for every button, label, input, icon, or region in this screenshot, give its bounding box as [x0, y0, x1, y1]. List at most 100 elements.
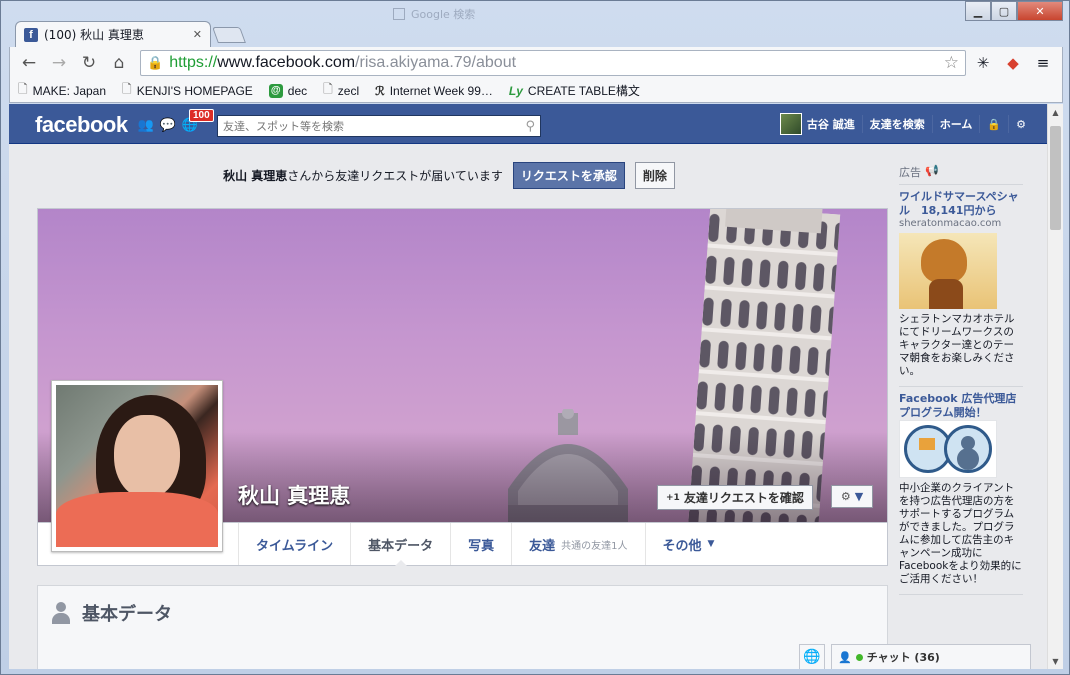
extension-bug-icon[interactable]: ✳	[970, 50, 996, 76]
search-input[interactable]	[223, 119, 526, 133]
close-window-button[interactable]: ✕	[1017, 1, 1063, 21]
window-controls: ▁ ▢ ✕	[965, 1, 1063, 21]
bookmark-item[interactable]: 🗋 KENJI'S HOMEPAGE	[122, 80, 253, 101]
page-icon: 🗋	[323, 82, 333, 96]
about-section: 基本データ	[37, 585, 888, 669]
scrollbar-thumb[interactable]	[1050, 126, 1061, 230]
bookmark-item[interactable]: Ly CREATE TABLE構文	[509, 82, 640, 99]
bookmark-item[interactable]: @ dec	[268, 83, 307, 98]
globe-icon[interactable]: 🌐	[799, 644, 825, 669]
facebook-favicon-icon: f	[24, 27, 38, 42]
extension-color-icon[interactable]: ◆	[1000, 50, 1026, 76]
person-icon	[52, 602, 70, 624]
back-arrow-icon[interactable]: ←	[16, 50, 42, 76]
confirm-friend-request-label: 友達リクエストを確認	[683, 491, 804, 505]
tab-label: 基本データ	[368, 538, 434, 554]
tab-close-icon[interactable]: ✕	[193, 28, 202, 41]
lock-icon: 🔒	[147, 55, 164, 70]
minimize-button[interactable]: ▁	[965, 1, 991, 21]
privacy-lock-icon[interactable]: 🔒	[980, 115, 1010, 133]
person-icon	[944, 425, 992, 473]
ads-label: 広告	[899, 166, 921, 179]
ad-image[interactable]	[899, 420, 997, 478]
ad-title[interactable]: ワイルドサマースペシャル 18,141円から	[899, 190, 1023, 218]
ad-item[interactable]: Facebook 広告代理店プログラム開始！ 中小企業のクライアントを持つ広告代…	[899, 387, 1023, 595]
tab-more[interactable]: その他 ▼	[644, 523, 732, 565]
bookmark-label: KENJI'S HOMEPAGE	[136, 83, 253, 98]
settings-gear-icon[interactable]: ⚙	[1009, 115, 1033, 133]
about-title: 基本データ	[82, 604, 172, 625]
bookmark-label: MAKE: Japan	[32, 83, 107, 98]
page-icon	[393, 8, 405, 20]
avatar	[779, 113, 802, 135]
ad-image[interactable]	[899, 233, 997, 309]
requester-name[interactable]: 秋山 真理恵	[223, 169, 287, 183]
photo-top	[56, 492, 218, 547]
profile-picture[interactable]	[51, 380, 223, 552]
bookmark-star-icon[interactable]: ☆	[944, 53, 959, 73]
notifications-globe-icon[interactable]: 🌐 100	[181, 109, 214, 134]
page-viewport: facebook 👥 💬 🌐100 ⚲ 古谷 誠進 友達を検索 ホーム 🔒 ⚙ …	[9, 104, 1047, 669]
ad-domain: sheratonmacao.com	[899, 218, 1002, 229]
accept-request-button[interactable]: リクエストを承認	[512, 162, 625, 189]
search-icon[interactable]: ⚲	[525, 119, 535, 134]
reload-icon[interactable]: ↻	[76, 50, 102, 76]
ad-title[interactable]: Facebook 広告代理店プログラム開始！	[899, 392, 1023, 420]
ad-item[interactable]: ワイルドサマースペシャル 18,141円から sheratonmacao.com…	[899, 185, 1023, 387]
page-icon: 🗋	[122, 82, 132, 96]
tab-about[interactable]: 基本データ	[350, 523, 450, 566]
home-icon[interactable]: ⌂	[106, 50, 132, 76]
about-header: 基本データ	[52, 600, 172, 626]
forward-arrow-icon[interactable]: →	[46, 50, 72, 76]
background-tab-title: Google 検索	[411, 8, 476, 21]
chevron-down-icon: ▼	[854, 490, 864, 503]
delete-request-button[interactable]: 削除	[634, 162, 675, 189]
new-tab-button[interactable]	[212, 27, 246, 43]
tab-timeline[interactable]: タイムライン	[238, 523, 350, 565]
tab-friends[interactable]: 友達 共通の友達1人	[511, 523, 644, 565]
confirm-friend-request-button[interactable]: +1 友達リクエストを確認	[657, 485, 813, 510]
user-profile-link[interactable]: 古谷 誠進	[773, 113, 863, 135]
background-tab[interactable]: Google 検索	[393, 3, 633, 25]
bookmark-label: zecl	[337, 83, 360, 98]
ly-icon: Ly	[508, 83, 523, 98]
bookmark-item[interactable]: ℛ Internet Week 99…	[375, 84, 493, 98]
photo-face	[114, 415, 180, 499]
person-icon: 👤	[838, 650, 852, 664]
chevron-down-icon: ▼	[707, 539, 715, 549]
facebook-logo[interactable]: facebook	[35, 112, 128, 138]
friend-request-banner: 秋山 真理恵さんから友達リクエストが届いています リクエストを承認 削除	[9, 162, 889, 189]
menu-icon[interactable]: ≡	[1030, 50, 1056, 76]
bookmark-item[interactable]: 🗋 zecl	[323, 80, 359, 101]
top-nav: 古谷 誠進 友達を検索 ホーム 🔒 ⚙	[773, 104, 1033, 144]
profile-name[interactable]: 秋山 真理恵	[238, 480, 350, 510]
request-message: さんから友達リクエストが届いています	[287, 169, 503, 183]
url-path: /risa.akiyama.79/about	[355, 54, 517, 71]
notification-jewels: 👥 💬 🌐 100	[137, 109, 214, 134]
browser-toolbar: ← → ↻ ⌂ 🔒 https:// www.facebook.com /ris…	[9, 47, 1063, 79]
bookmark-item[interactable]: 🗋 MAKE: Japan	[18, 80, 106, 101]
scroll-down-arrow-icon[interactable]: ▼	[1048, 653, 1063, 669]
add-friend-icon: +1	[666, 492, 680, 503]
tab-photos[interactable]: 写真	[450, 523, 511, 565]
megaphone-icon[interactable]: 📢	[925, 164, 939, 180]
scroll-up-arrow-icon[interactable]: ▲	[1048, 104, 1063, 120]
url-host: www.facebook.com	[217, 54, 356, 71]
address-bar[interactable]: 🔒 https:// www.facebook.com /risa.akiyam…	[140, 50, 966, 76]
search-box[interactable]: ⚲	[217, 115, 541, 137]
tab-label: 写真	[468, 538, 495, 554]
bookmark-label: CREATE TABLE構文	[527, 84, 640, 98]
maximize-button[interactable]: ▢	[991, 1, 1017, 21]
ads-column: 広告 📢 ワイルドサマースペシャル 18,141円から sheratonmacao…	[899, 164, 1023, 595]
browser-tab[interactable]: f (100) 秋山 真理恵 ✕	[15, 21, 211, 47]
page-icon: 🗋	[18, 82, 28, 96]
messages-icon[interactable]: 💬	[159, 116, 177, 134]
vertical-scrollbar[interactable]: ▲ ▼	[1047, 104, 1063, 669]
profile-options-button[interactable]: ⚙ ▼	[831, 485, 873, 508]
chat-label: チャット (36)	[866, 651, 940, 664]
find-friends-link[interactable]: 友達を検索	[863, 115, 933, 133]
chat-bar[interactable]: 👤 チャット (36)	[831, 644, 1031, 669]
friend-requests-icon[interactable]: 👥	[137, 116, 155, 134]
home-link[interactable]: ホーム	[933, 115, 981, 133]
browser-window: f (100) 秋山 真理恵 ✕ Google 検索 ▁ ▢ ✕ ← → ↻ ⌂…	[0, 0, 1070, 675]
